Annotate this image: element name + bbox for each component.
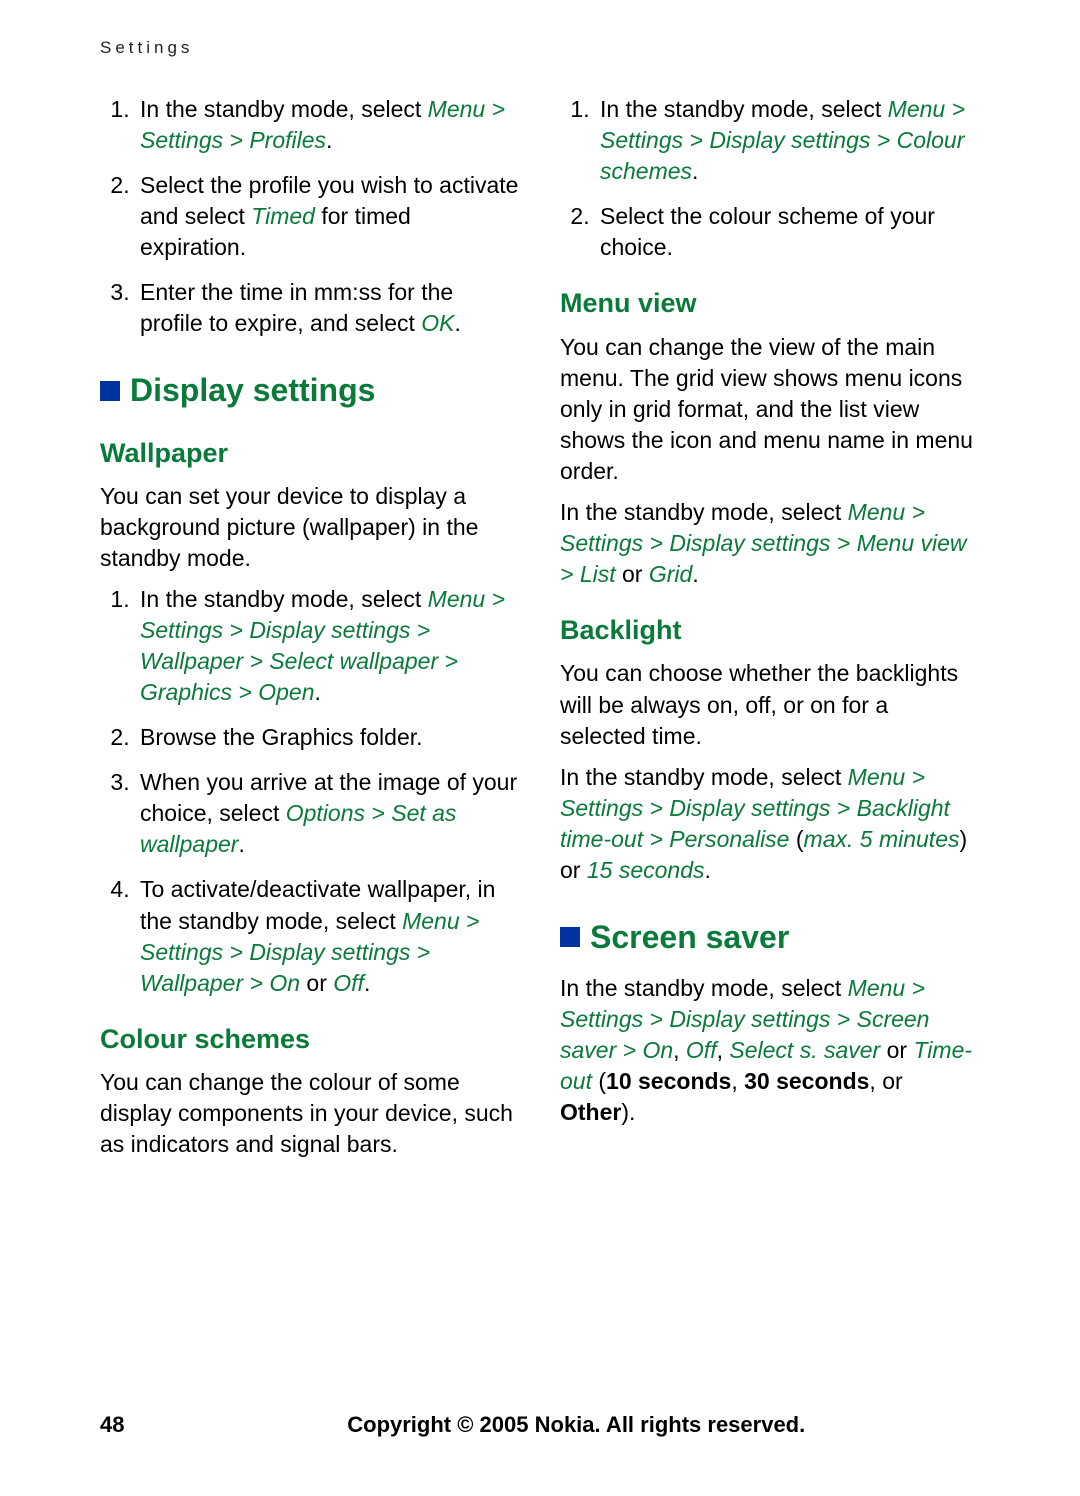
ui-term: Off: [686, 1037, 717, 1063]
heading-colour-schemes: Colour schemes: [100, 1021, 520, 1057]
body-text: In the standby mode, select: [140, 586, 428, 612]
heading-text: Display settings: [130, 369, 375, 412]
ordered-list: In the standby mode, select Menu > Setti…: [100, 584, 520, 999]
ui-term: max. 5 minutes: [804, 826, 960, 852]
square-bullet-icon: [560, 927, 580, 947]
ui-term: Grid: [649, 561, 692, 587]
body-text: , or: [869, 1068, 902, 1094]
ui-term: Timed: [251, 203, 315, 229]
page: Settings In the standby mode, select Men…: [0, 0, 1080, 1170]
list-item: In the standby mode, select Menu > Setti…: [136, 94, 520, 156]
list-item: In the standby mode, select Menu > Setti…: [136, 584, 520, 708]
heading-wallpaper: Wallpaper: [100, 435, 520, 471]
list-item: In the standby mode, select Menu > Setti…: [596, 94, 980, 187]
body-text: Enter the time in mm:ss for the profile …: [140, 279, 453, 336]
running-header: Settings: [100, 38, 980, 58]
body-text: or: [880, 1037, 913, 1063]
ordered-list: In the standby mode, select Menu > Setti…: [560, 94, 980, 263]
body-text: In the standby mode, select: [560, 764, 848, 790]
list-item: When you arrive at the image of your cho…: [136, 767, 520, 860]
copyright-text: Copyright © 2005 Nokia. All rights reser…: [172, 1412, 980, 1438]
bold-text: 10 seconds: [606, 1068, 731, 1094]
body-text: In the standby mode, select: [140, 96, 428, 122]
left-column: In the standby mode, select Menu > Setti…: [100, 88, 520, 1170]
heading-backlight: Backlight: [560, 612, 980, 648]
body-text: or: [622, 561, 649, 587]
bold-text: 30 seconds: [744, 1068, 869, 1094]
ui-term: OK: [421, 310, 454, 336]
body-text: or: [306, 970, 333, 996]
paragraph: You can change the colour of some displa…: [100, 1067, 520, 1160]
body-text: In the standby mode, select: [560, 975, 848, 1001]
body-text: ,: [717, 1037, 730, 1063]
paragraph: In the standby mode, select Menu > Setti…: [560, 973, 980, 1128]
bold-text: Other: [560, 1099, 621, 1125]
right-column: In the standby mode, select Menu > Setti…: [560, 88, 980, 1170]
list-item: To activate/deactivate wallpaper, in the…: [136, 874, 520, 998]
ui-term: Select s. saver: [729, 1037, 880, 1063]
body-text: In the standby mode, select: [600, 96, 888, 122]
heading-text: Screen saver: [590, 916, 789, 959]
list-item: Enter the time in mm:ss for the profile …: [136, 277, 520, 339]
column-layout: In the standby mode, select Menu > Setti…: [100, 88, 980, 1170]
heading-display-settings: Display settings: [100, 369, 520, 412]
ui-term: 15 seconds: [587, 857, 705, 883]
body-text: In the standby mode, select: [560, 499, 848, 525]
square-bullet-icon: [100, 381, 120, 401]
ordered-list: In the standby mode, select Menu > Setti…: [100, 94, 520, 339]
ui-term: Off: [333, 970, 364, 996]
list-item: Select the colour scheme of your choice.: [596, 201, 980, 263]
paragraph: In the standby mode, select Menu > Setti…: [560, 497, 980, 590]
footer: 48 Copyright © 2005 Nokia. All rights re…: [100, 1412, 980, 1438]
body-text: (: [592, 1068, 606, 1094]
body-text: (: [796, 826, 804, 852]
body-text: ,: [731, 1068, 744, 1094]
body-text: ,: [673, 1037, 686, 1063]
paragraph: You can choose whether the backlights wi…: [560, 658, 980, 751]
paragraph: In the standby mode, select Menu > Setti…: [560, 762, 980, 886]
heading-screen-saver: Screen saver: [560, 916, 980, 959]
paragraph: You can set your device to display a bac…: [100, 481, 520, 574]
paragraph: You can change the view of the main menu…: [560, 332, 980, 487]
page-number: 48: [100, 1412, 124, 1438]
heading-menu-view: Menu view: [560, 285, 980, 321]
body-text: ).: [621, 1099, 635, 1125]
list-item: Select the profile you wish to activate …: [136, 170, 520, 263]
list-item: Browse the Graphics folder.: [136, 722, 520, 753]
